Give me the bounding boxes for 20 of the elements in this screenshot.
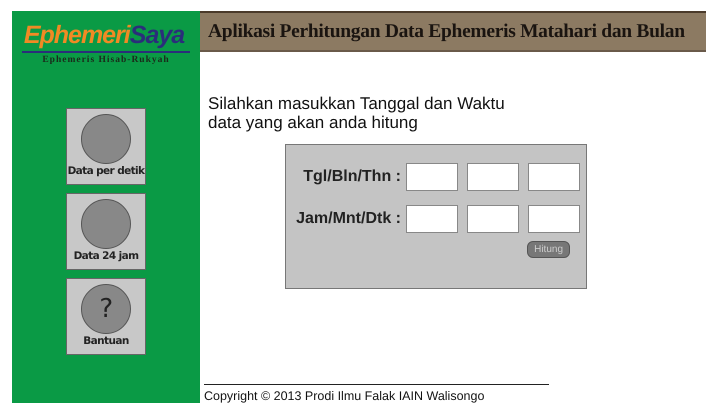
logo-subtitle: Ephemeris Hisab-Rukyah bbox=[42, 55, 170, 65]
circle-icon bbox=[81, 114, 131, 164]
app-title: Aplikasi Perhitungan Data Ephemeris Matahari dan Bulan bbox=[208, 20, 685, 42]
input-field[interactable] bbox=[467, 163, 519, 191]
logo-text: Saya bbox=[130, 21, 184, 49]
help-icon: ? bbox=[81, 284, 131, 334]
field-label: Jam/Mnt/Dtk : bbox=[296, 210, 401, 228]
circle-icon bbox=[81, 199, 131, 249]
menu-button[interactable]: Data per detik bbox=[66, 108, 146, 185]
input-field[interactable] bbox=[467, 205, 519, 233]
logo-text: Ephemeri bbox=[24, 21, 130, 49]
instruction-text: Silahkan masukkan Tanggal dan Waktu data yang akan anda hitung bbox=[208, 94, 506, 132]
copyright-text: Copyright © 2013 Prodi Ilmu Falak IAIN Walisongo bbox=[204, 384, 549, 403]
input-field[interactable] bbox=[528, 205, 580, 233]
input-field[interactable] bbox=[406, 163, 458, 191]
menu-button[interactable]: ? Bantuan bbox=[66, 278, 146, 355]
input-field[interactable] bbox=[528, 163, 580, 191]
input-field[interactable] bbox=[406, 205, 458, 233]
field-label: Tgl/Bln/Thn : bbox=[303, 168, 401, 186]
menu-button[interactable]: Data 24 jam bbox=[66, 193, 146, 270]
